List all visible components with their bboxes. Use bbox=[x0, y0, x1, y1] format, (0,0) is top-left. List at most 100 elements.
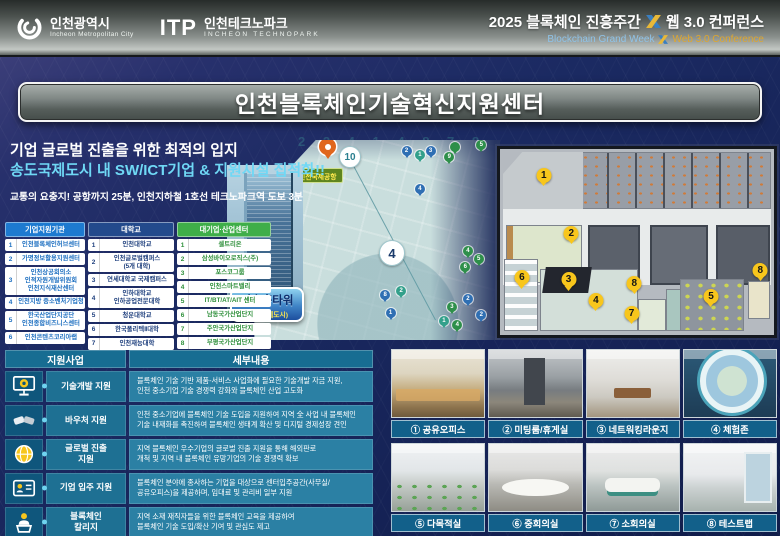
support-desc: 인천 중소기업에 블록체인 기술 도입을 지원하여 지역 全 사업 내 블록체인… bbox=[129, 405, 373, 436]
support-label: 글로벌 진출 지원 bbox=[46, 439, 126, 470]
facility-caption: ① 공유오피스 bbox=[391, 420, 485, 438]
org-row: 8부평국가산업단지 bbox=[177, 337, 271, 349]
floorplan-pin: 7 bbox=[624, 306, 639, 321]
facility-photo-small-conference-room bbox=[586, 443, 680, 512]
floorplan-pin: 5 bbox=[703, 289, 718, 304]
event-title-right: 웹 3.0 컨퍼런스 bbox=[666, 11, 764, 32]
facility-tile: ⑧ 테스트랩 bbox=[683, 443, 777, 532]
org-row: 3연세대학교 국제캠퍼스 bbox=[88, 274, 174, 286]
map-pin: 4 bbox=[452, 320, 462, 330]
org-row: 2삼성바이오로직스(주) bbox=[177, 253, 271, 265]
map-pin: 3 bbox=[447, 302, 457, 312]
facility-caption: ⑤ 다목적실 bbox=[391, 514, 485, 532]
org-row: 7주안국가산업단지 bbox=[177, 323, 271, 335]
org-column-support-agencies: 기업지원기관 1인천블록체인허브센터 2가명정보활용지원센터 3인천상공회의소 … bbox=[5, 222, 85, 350]
monitor-gear-icon bbox=[5, 371, 43, 402]
airport-badge: 10 bbox=[339, 146, 361, 168]
floorplan-pin: 1 bbox=[536, 168, 551, 183]
org-row: 1인천대학교 bbox=[88, 239, 174, 251]
city-swirl-icon bbox=[16, 14, 43, 41]
map-pin: 2 bbox=[476, 310, 486, 320]
handshake-icon bbox=[5, 405, 43, 436]
x-logo-small-icon bbox=[658, 35, 668, 44]
floorplan-pin: 8 bbox=[753, 263, 768, 278]
support-desc: 지역 소재 재직자들을 위한 블록체인 교육을 제공하여 블록체인 기술 도입/… bbox=[129, 507, 373, 536]
itp-name: 인천테크노파크 bbox=[204, 17, 320, 31]
support-col2-header: 세부내용 bbox=[129, 350, 373, 368]
org-row: 6인천콘텐츠코리아랩 bbox=[5, 332, 85, 344]
facility-tile: ⑦ 소회의실 bbox=[586, 443, 680, 532]
org-row: 6남동국가산업단지 bbox=[177, 309, 271, 321]
intro-line1: 기업 글로벌 진출을 위한 최적의 입지 bbox=[10, 141, 340, 161]
map-pin: 1 bbox=[386, 308, 396, 318]
facility-tile: ⑤ 다목적실 bbox=[391, 443, 485, 532]
org-row: 1인천블록체인허브센터 bbox=[5, 239, 85, 251]
poster-root: 인천광역시 Incheon Metropolitan City ITP 인천테크… bbox=[0, 0, 780, 536]
intro-line3: 교통의 요충지! 공항까지 25분, 인천지하철 1호선 테크노파크역 도보 3… bbox=[10, 189, 340, 203]
map-pin: 2 bbox=[463, 294, 473, 304]
map-pin: 2 bbox=[396, 286, 406, 296]
org-row: 1셀트리온 bbox=[177, 239, 271, 251]
floorplan-pin: 6 bbox=[514, 270, 529, 285]
event-sub-left: Blockchain Grand Week bbox=[547, 34, 654, 45]
org-column-universities: 대학교 1인천대학교 2인천글로벌캠퍼스 (5개 대학) 3연세대학교 국제캠퍼… bbox=[88, 222, 174, 350]
event-title-left: 2025 블록체인 진흥주간 bbox=[489, 11, 641, 32]
facility-photo-test-lab bbox=[683, 443, 777, 512]
top-header: 인천광역시 Incheon Metropolitan City ITP 인천테크… bbox=[0, 0, 780, 57]
lecturer-icon bbox=[5, 507, 43, 536]
facility-tile: ⑥ 중회의실 bbox=[488, 443, 582, 532]
center-badge: 4 bbox=[379, 240, 405, 266]
floorplan: 123456788 bbox=[497, 146, 777, 338]
facility-caption: ⑥ 중회의실 bbox=[488, 514, 582, 532]
event-sub-right: Web 3.0 Conference bbox=[672, 34, 764, 45]
plan-oval-room bbox=[748, 281, 770, 319]
facility-photo-networking-lounge bbox=[586, 349, 680, 418]
org-row: 7인천재능대학 bbox=[88, 338, 174, 350]
intro-text: 기업 글로벌 진출을 위한 최적의 입지 송도국제도시 내 SW/ICT기업 &… bbox=[10, 141, 340, 203]
org-row: 4인천지방 중소벤처기업청 bbox=[5, 297, 85, 309]
org-header: 기업지원기관 bbox=[5, 222, 85, 237]
support-desc: 블록체인 기술 기반 제품-서비스 사업화에 필요한 기술개발 자금 지원, 인… bbox=[129, 371, 373, 402]
facility-tile: ① 공유오피스 bbox=[391, 349, 485, 438]
city-name-en: Incheon Metropolitan City bbox=[50, 31, 134, 38]
support-label: 블록체인 칼리지 bbox=[46, 507, 126, 536]
org-row: 5청운대학교 bbox=[88, 310, 174, 322]
facility-tile: ② 미팅룸/휴게실 bbox=[488, 349, 582, 438]
itp-logo: ITP 인천테크노파크 INCHEON TECHNOPARK bbox=[160, 15, 320, 41]
support-label: 기술개발 지원 bbox=[46, 371, 126, 402]
facility-photo-experience-zone bbox=[683, 349, 777, 418]
itp-name-en: INCHEON TECHNOPARK bbox=[204, 31, 320, 38]
page-title-bar: 인천블록체인기술혁신지원센터 bbox=[18, 82, 762, 122]
org-row: 3포스코그룹 bbox=[177, 267, 271, 279]
facility-tile: ③ 네트워킹라운지 bbox=[586, 349, 680, 438]
facility-photo-shared-office bbox=[391, 349, 485, 418]
map-pin: 1 bbox=[439, 316, 449, 326]
org-row: 2인천글로벌캠퍼스 (5개 대학) bbox=[88, 253, 174, 272]
support-label: 바우처 지원 bbox=[46, 405, 126, 436]
incheon-city-logo: 인천광역시 Incheon Metropolitan City bbox=[16, 14, 134, 41]
facility-caption: ② 미팅룸/휴게실 bbox=[488, 420, 582, 438]
org-row: 3인천상공회의소 인적자원개발위원회 인천지식재산센터 bbox=[5, 267, 85, 295]
facility-caption: ④ 체험존 bbox=[683, 420, 777, 438]
map-pin: 8 bbox=[380, 290, 390, 300]
map-pin: 6 bbox=[460, 262, 470, 272]
floorplan-pin: 2 bbox=[564, 226, 579, 241]
facility-caption: ⑧ 테스트랩 bbox=[683, 514, 777, 532]
plan-small-room bbox=[638, 299, 666, 331]
facility-photo-mid-conference-room bbox=[488, 443, 582, 512]
facility-caption: ③ 네트워킹라운지 bbox=[586, 420, 680, 438]
page-title: 인천블록체인기술혁신지원센터 bbox=[235, 85, 545, 119]
org-row: 2가명정보활용지원센터 bbox=[5, 253, 85, 265]
intro-line2: 송도국제도시 내 SW/ICT기업 & 지원시설 집적화!! bbox=[10, 161, 340, 181]
organization-tables: 기업지원기관 1인천블록체인허브센터 2가명정보활용지원센터 3인천상공회의소 … bbox=[5, 222, 271, 350]
map-pin: 3 bbox=[426, 146, 436, 156]
org-row: 4인하대학교 인하공업전문대학 bbox=[88, 288, 174, 307]
org-header: 대학교 bbox=[88, 222, 174, 237]
org-row: 4인천스마트밸리 bbox=[177, 281, 271, 293]
facility-tile: ④ 체험존 bbox=[683, 349, 777, 438]
map-pin: 1 bbox=[415, 150, 425, 160]
map-pin: 5 bbox=[476, 140, 486, 150]
org-row: 5IT/BT/AT/AIT 센터 bbox=[177, 295, 271, 307]
x-logo-icon bbox=[646, 15, 661, 28]
org-row: 6한국폴리텍Ⅱ대학 bbox=[88, 324, 174, 336]
